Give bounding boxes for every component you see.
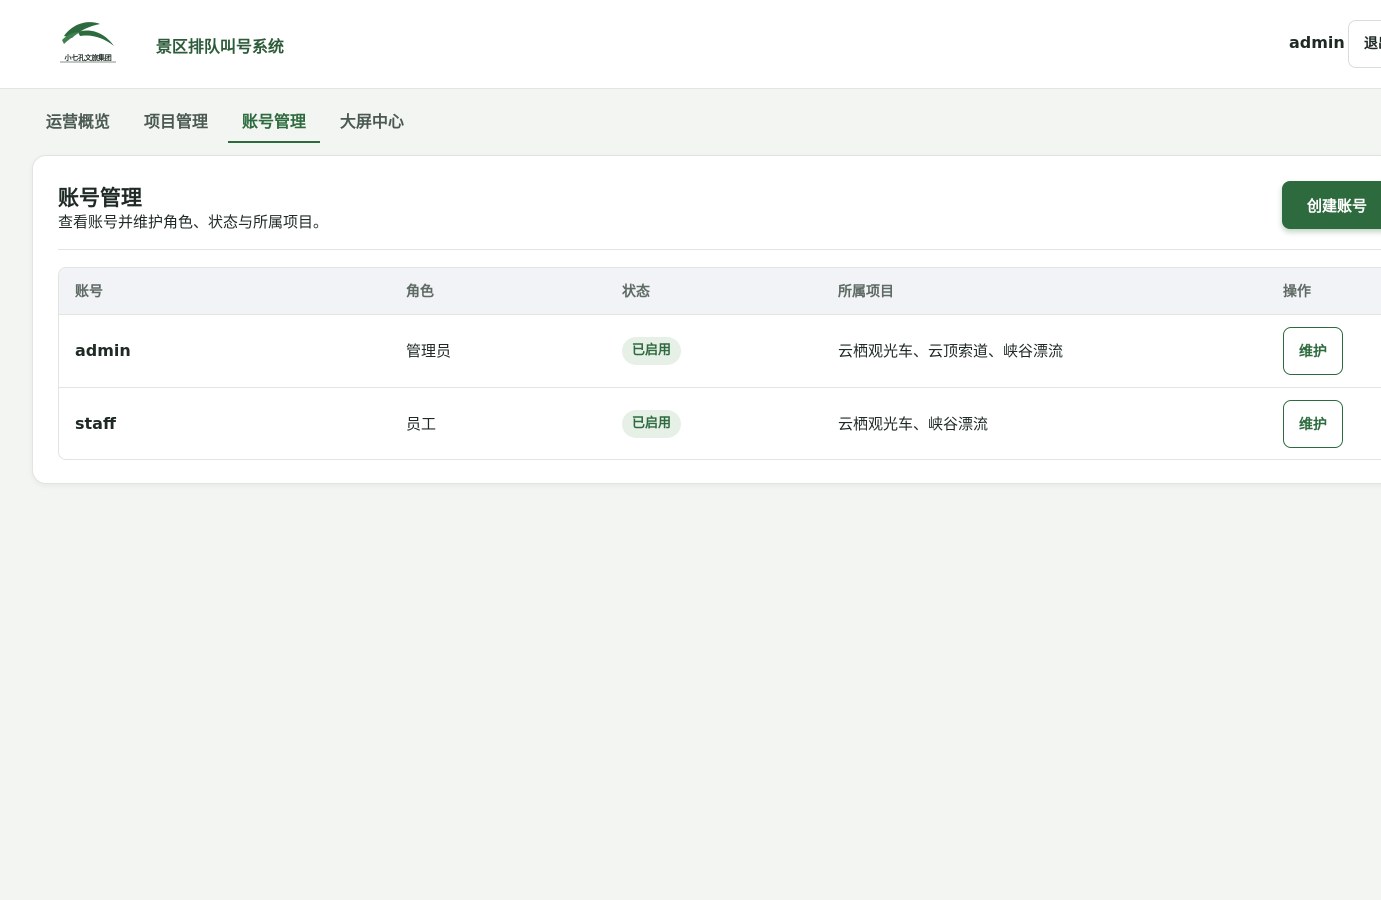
page-title: 账号管理: [58, 186, 142, 210]
column-header-action: 操作: [1267, 268, 1381, 315]
logo-tagline-mark: [60, 61, 116, 63]
table-row: admin 管理员 已启用 云栖观光车、云顶索道、峡谷漂流 维护: [59, 314, 1381, 387]
account-projects: 云栖观光车、云顶索道、峡谷漂流: [838, 342, 1064, 360]
company-logo: 小七孔文旅集团: [60, 18, 116, 66]
status-badge: 已启用: [622, 336, 682, 365]
current-user: admin: [1289, 33, 1345, 52]
divider: [58, 249, 1381, 250]
column-header-role: 角色: [390, 268, 606, 315]
page-subtitle: 查看账号并维护角色、状态与所属项目。: [58, 213, 329, 231]
account-projects: 云栖观光车、峡谷漂流: [838, 415, 989, 434]
column-header-status: 状态: [606, 268, 822, 315]
tab-overview[interactable]: 运营概览: [32, 100, 124, 143]
account-name: admin: [75, 341, 131, 360]
tab-screen-center[interactable]: 大屏中心: [326, 100, 418, 143]
column-header-projects: 所属项目: [822, 268, 1267, 315]
tab-projects[interactable]: 项目管理: [130, 100, 222, 143]
table-header-row: 账号 角色 状态 所属项目 操作: [59, 268, 1381, 315]
accounts-card: 账号管理 查看账号并维护角色、状态与所属项目。 创建账号 账号 角色 状态 所属…: [32, 155, 1381, 484]
status-badge: 已启用: [622, 409, 682, 438]
account-role: 管理员: [406, 342, 452, 360]
account-name: staff: [75, 414, 116, 434]
logout-button[interactable]: 退出: [1348, 20, 1381, 68]
tab-accounts[interactable]: 账号管理: [228, 100, 320, 143]
table-row: staff 员工 已启用 云栖观光车、峡谷漂流 维护: [59, 387, 1381, 459]
app-title: 景区排队叫号系统: [156, 37, 285, 56]
accounts-table: 账号 角色 状态 所属项目 操作 admin 管理员 已启用 云栖观光车、云顶索…: [58, 267, 1381, 460]
account-role: 员工: [406, 415, 437, 434]
maintain-button[interactable]: 维护: [1283, 399, 1343, 448]
column-header-account: 账号: [59, 268, 390, 315]
top-bar: 小七孔文旅集团 景区排队叫号系统 admin 退出: [0, 0, 1381, 89]
maintain-button[interactable]: 维护: [1283, 326, 1343, 375]
leaf-logo-icon: [62, 22, 114, 46]
create-account-button[interactable]: 创建账号: [1282, 181, 1381, 229]
